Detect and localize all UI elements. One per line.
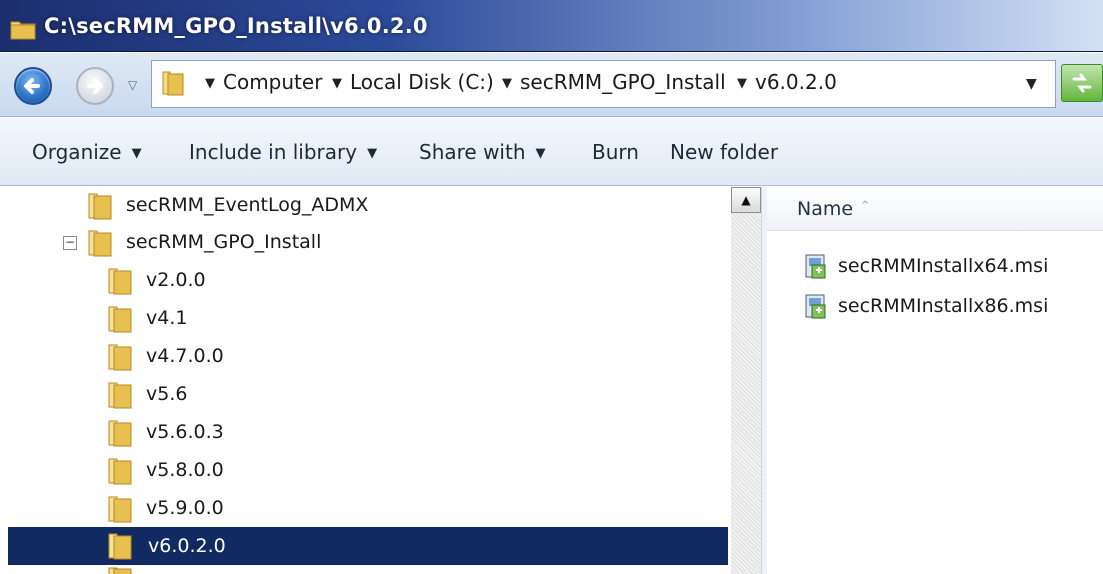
folder-icon — [108, 567, 132, 574]
folder-icon — [10, 21, 36, 40]
sort-ascending-icon: ^ — [861, 200, 870, 211]
breadcrumb-local-disk[interactable]: ▼ Local Disk (C:) — [332, 70, 494, 94]
command-bar — [0, 118, 1103, 186]
tree-item-v2-0-0[interactable]: v2.0.0 — [108, 263, 308, 299]
organize-button[interactable]: Organize ▼ — [32, 140, 142, 164]
breadcrumb-arrow-icon[interactable]: ▼ — [502, 76, 512, 91]
refresh-icon — [1072, 73, 1092, 93]
share-with-button[interactable]: Share with ▼ — [419, 140, 546, 164]
tree-item-v6-0-2-0[interactable]: v6.0.2.0 — [8, 527, 728, 565]
msi-installer-icon — [805, 254, 826, 279]
folder-icon — [162, 71, 184, 96]
recent-pages-dropdown[interactable]: ▽ — [128, 78, 137, 92]
folder-icon — [108, 533, 132, 560]
msi-installer-icon — [805, 294, 826, 319]
burn-button[interactable]: Burn — [592, 140, 639, 164]
folder-icon — [108, 420, 132, 447]
tree-scrollbar[interactable] — [731, 187, 761, 574]
folder-icon — [88, 193, 112, 220]
tree-item-v5-9-0-0[interactable]: v5.9.0.0 — [108, 491, 308, 527]
folder-icon — [108, 344, 132, 371]
folder-icon — [88, 230, 112, 257]
folder-icon — [108, 458, 132, 485]
folder-icon — [108, 306, 132, 333]
forward-arrow-icon — [87, 78, 103, 94]
breadcrumb-arrow-icon[interactable]: ▼ — [332, 76, 342, 91]
chevron-down-icon: ▼ — [535, 146, 546, 161]
scroll-up-button[interactable]: ▲ — [731, 187, 761, 213]
tree-item-secrmm-gpo-install[interactable]: secRMM_GPO_Install — [88, 225, 388, 261]
chevron-down-icon: ▼ — [367, 146, 378, 161]
title-bar: C:\secRMM_GPO_Install\v6.0.2.0 — [0, 0, 1103, 52]
folder-icon — [108, 382, 132, 409]
chevron-down-icon: ▼ — [131, 146, 142, 161]
tree-item-v5-6-0-3[interactable]: v5.6.0.3 — [108, 415, 308, 451]
breadcrumb-arrow-icon[interactable]: ▼ — [205, 76, 215, 91]
refresh-button[interactable] — [1061, 64, 1103, 102]
file-list-pane[interactable] — [767, 187, 1103, 574]
back-arrow-icon — [24, 78, 40, 94]
collapse-toggle[interactable]: − — [63, 236, 77, 250]
breadcrumb-arrow-icon[interactable]: ▼ — [737, 76, 747, 91]
forward-button[interactable] — [76, 67, 114, 105]
folder-icon — [108, 496, 132, 523]
tree-item-secrmm-eventlog-admx[interactable]: secRMM_EventLog_ADMX — [88, 188, 388, 224]
folder-icon — [108, 268, 132, 295]
window-title: C:\secRMM_GPO_Install\v6.0.2.0 — [44, 14, 428, 38]
back-button[interactable] — [14, 67, 52, 105]
breadcrumb-computer[interactable]: ▼ Computer — [205, 70, 322, 94]
tree-item-v4-7-0-0[interactable]: v4.7.0.0 — [108, 339, 308, 375]
breadcrumb-secrmm-gpo-install[interactable]: ▼ secRMM_GPO_Install — [502, 70, 726, 94]
tree-item-v4-1[interactable]: v4.1 — [108, 301, 308, 337]
include-in-library-button[interactable]: Include in library ▼ — [189, 140, 377, 164]
column-header-name[interactable]: Name — [797, 198, 853, 220]
address-history-dropdown[interactable]: ▼ — [1026, 76, 1037, 92]
tree-item-v5-8-0-0[interactable]: v5.8.0.0 — [108, 453, 308, 489]
new-folder-button[interactable]: New folder — [670, 140, 778, 164]
breadcrumb-v6-0-2-0[interactable]: ▼ v6.0.2.0 — [737, 70, 837, 94]
tree-item-v5-6[interactable]: v5.6 — [108, 377, 308, 413]
